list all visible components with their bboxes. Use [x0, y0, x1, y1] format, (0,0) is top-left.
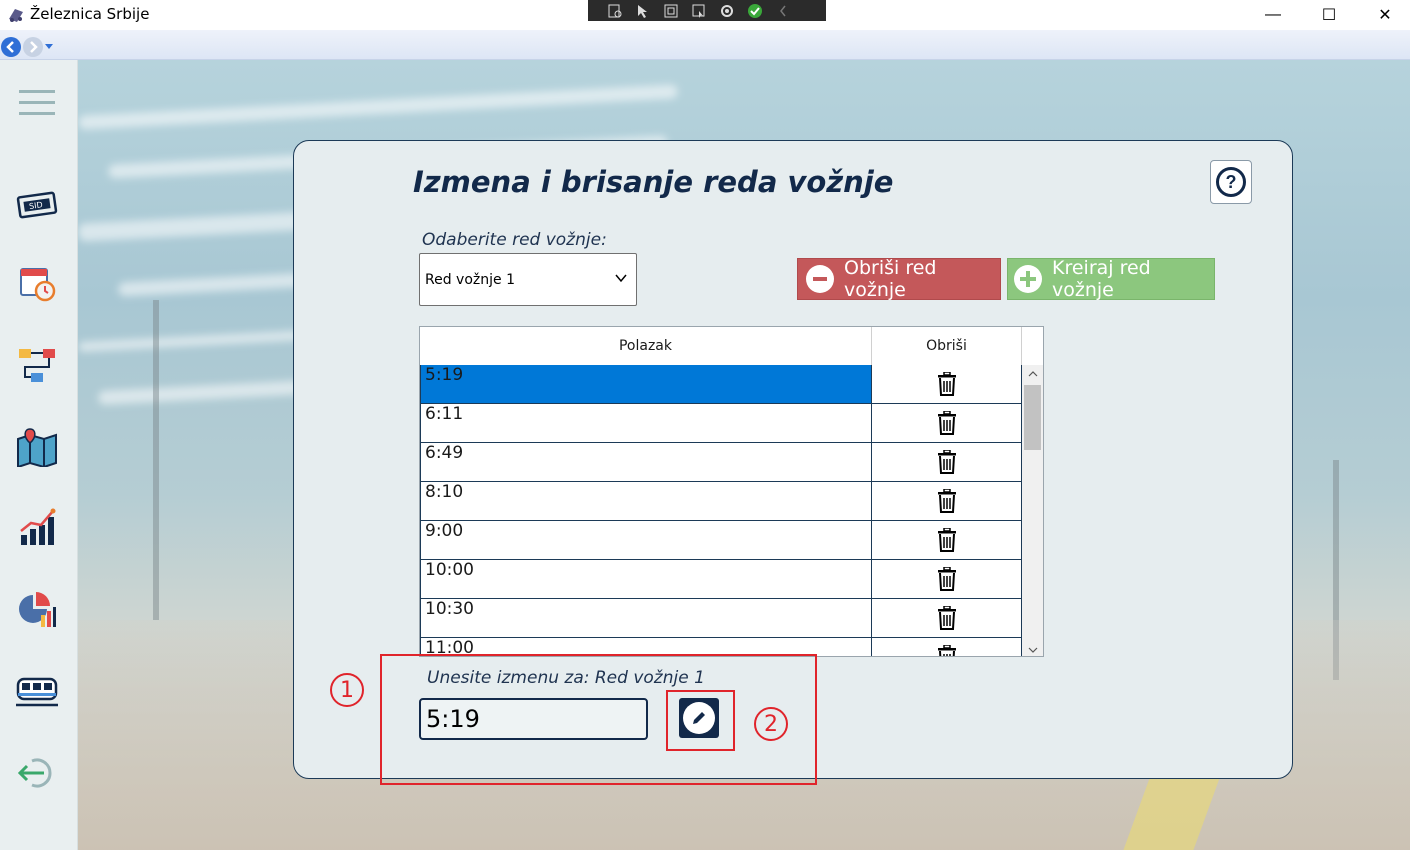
table-row[interactable]: 5:19 — [420, 365, 1022, 404]
minus-icon — [806, 265, 834, 293]
debug-toolbar — [588, 0, 826, 21]
bar-chart-icon[interactable] — [14, 504, 60, 550]
select-element-icon[interactable] — [632, 2, 654, 20]
delete-row-button[interactable] — [872, 482, 1022, 521]
trash-icon — [937, 567, 956, 591]
annotation-box-2 — [666, 690, 735, 751]
column-header-departure[interactable]: Polazak — [420, 327, 872, 365]
layout-adorner-icon[interactable] — [660, 2, 682, 20]
route-icon[interactable] — [14, 342, 60, 388]
trash-icon — [937, 372, 956, 396]
trash-icon — [937, 528, 956, 552]
scroll-up-icon[interactable] — [1022, 365, 1043, 382]
scroll-down-icon[interactable] — [1022, 641, 1043, 656]
hot-reload-icon[interactable] — [716, 2, 738, 20]
page-title: Izmena i brisanje reda vožnje — [413, 165, 894, 199]
trash-icon — [937, 606, 956, 630]
annotation-marker-2: 2 — [754, 707, 788, 741]
delete-row-button[interactable] — [872, 638, 1022, 656]
delete-row-button[interactable] — [872, 404, 1022, 443]
ticket-icon[interactable]: SID — [14, 181, 60, 227]
window-title: Železnica Srbije — [30, 5, 150, 23]
table-row[interactable]: 9:00 — [420, 521, 1022, 560]
map-pin-icon[interactable] — [14, 424, 60, 470]
menu-hamburger-icon[interactable] — [14, 80, 60, 126]
scroll-thumb[interactable] — [1024, 385, 1041, 450]
collapse-chevron-icon[interactable] — [772, 2, 794, 20]
departure-time-cell[interactable]: 10:00 — [420, 560, 872, 599]
delete-row-button[interactable] — [872, 365, 1022, 404]
calendar-clock-icon[interactable] — [14, 260, 60, 306]
trash-icon — [937, 645, 956, 656]
annotation-marker-1: 1 — [330, 673, 364, 707]
logout-arrow-icon[interactable] — [14, 750, 60, 796]
plus-icon — [1014, 265, 1042, 293]
track-focus-icon[interactable] — [688, 2, 710, 20]
sidebar: SID — [0, 60, 78, 850]
delete-row-button[interactable] — [872, 443, 1022, 482]
table-row[interactable]: 6:11 — [420, 404, 1022, 443]
back-button[interactable] — [1, 37, 21, 57]
status-ok-icon — [744, 2, 766, 20]
grid-header: Polazak Obriši — [420, 327, 1043, 365]
table-row[interactable]: 10:00 — [420, 560, 1022, 599]
schedule-select[interactable]: Red vožnje 1 — [419, 253, 637, 306]
delete-row-button[interactable] — [872, 560, 1022, 599]
departure-time-cell[interactable]: 10:30 — [420, 599, 872, 638]
annotation-box-1 — [380, 654, 817, 785]
trash-icon — [937, 450, 956, 474]
maximize-button[interactable]: ☐ — [1306, 0, 1352, 30]
forward-button[interactable] — [23, 37, 43, 57]
app-logo-icon — [9, 9, 23, 22]
grid-scrollbar[interactable] — [1022, 365, 1043, 656]
schedule-select-value: Red vožnje 1 — [425, 272, 515, 288]
schedule-select-label: Odaberite red vožnje: — [422, 230, 607, 250]
close-button[interactable]: ✕ — [1362, 0, 1408, 30]
create-schedule-button[interactable]: Kreiraj red vožnje — [1007, 257, 1215, 301]
delete-schedule-label: Obriši red vožnje — [844, 257, 937, 301]
title-bar: Železnica Srbije — ☐ ✕ — [0, 0, 1410, 30]
inspect-icon[interactable] — [604, 2, 626, 20]
navigation-bar — [0, 30, 1410, 60]
trash-icon — [937, 489, 956, 513]
column-header-delete[interactable]: Obriši — [872, 327, 1022, 365]
chevron-down-icon — [615, 274, 627, 283]
trash-icon — [937, 411, 956, 435]
table-row[interactable]: 6:49 — [420, 443, 1022, 482]
table-row[interactable]: 10:30 — [420, 599, 1022, 638]
help-button[interactable]: ? — [1210, 160, 1252, 204]
pie-chart-icon[interactable] — [14, 586, 60, 632]
table-row[interactable]: 8:10 — [420, 482, 1022, 521]
help-question-icon: ? — [1216, 167, 1246, 197]
create-schedule-label: Kreiraj red vožnje — [1052, 257, 1151, 301]
departure-time-cell[interactable]: 8:10 — [420, 482, 872, 521]
delete-row-button[interactable] — [872, 599, 1022, 638]
departures-grid: Polazak Obriši 5:19 6:11 6:49 8:10 9:00 … — [419, 326, 1044, 657]
delete-schedule-button[interactable]: Obriši red vožnje — [797, 257, 1001, 301]
minimize-button[interactable]: — — [1250, 0, 1296, 30]
history-dropdown-icon[interactable] — [45, 44, 53, 50]
train-icon[interactable] — [14, 668, 60, 714]
delete-row-button[interactable] — [872, 521, 1022, 560]
svg-text:SID: SID — [29, 200, 44, 211]
departure-time-cell[interactable]: 5:19 — [420, 365, 872, 404]
departure-time-cell[interactable]: 9:00 — [420, 521, 872, 560]
departure-time-cell[interactable]: 6:11 — [420, 404, 872, 443]
departure-time-cell[interactable]: 6:49 — [420, 443, 872, 482]
